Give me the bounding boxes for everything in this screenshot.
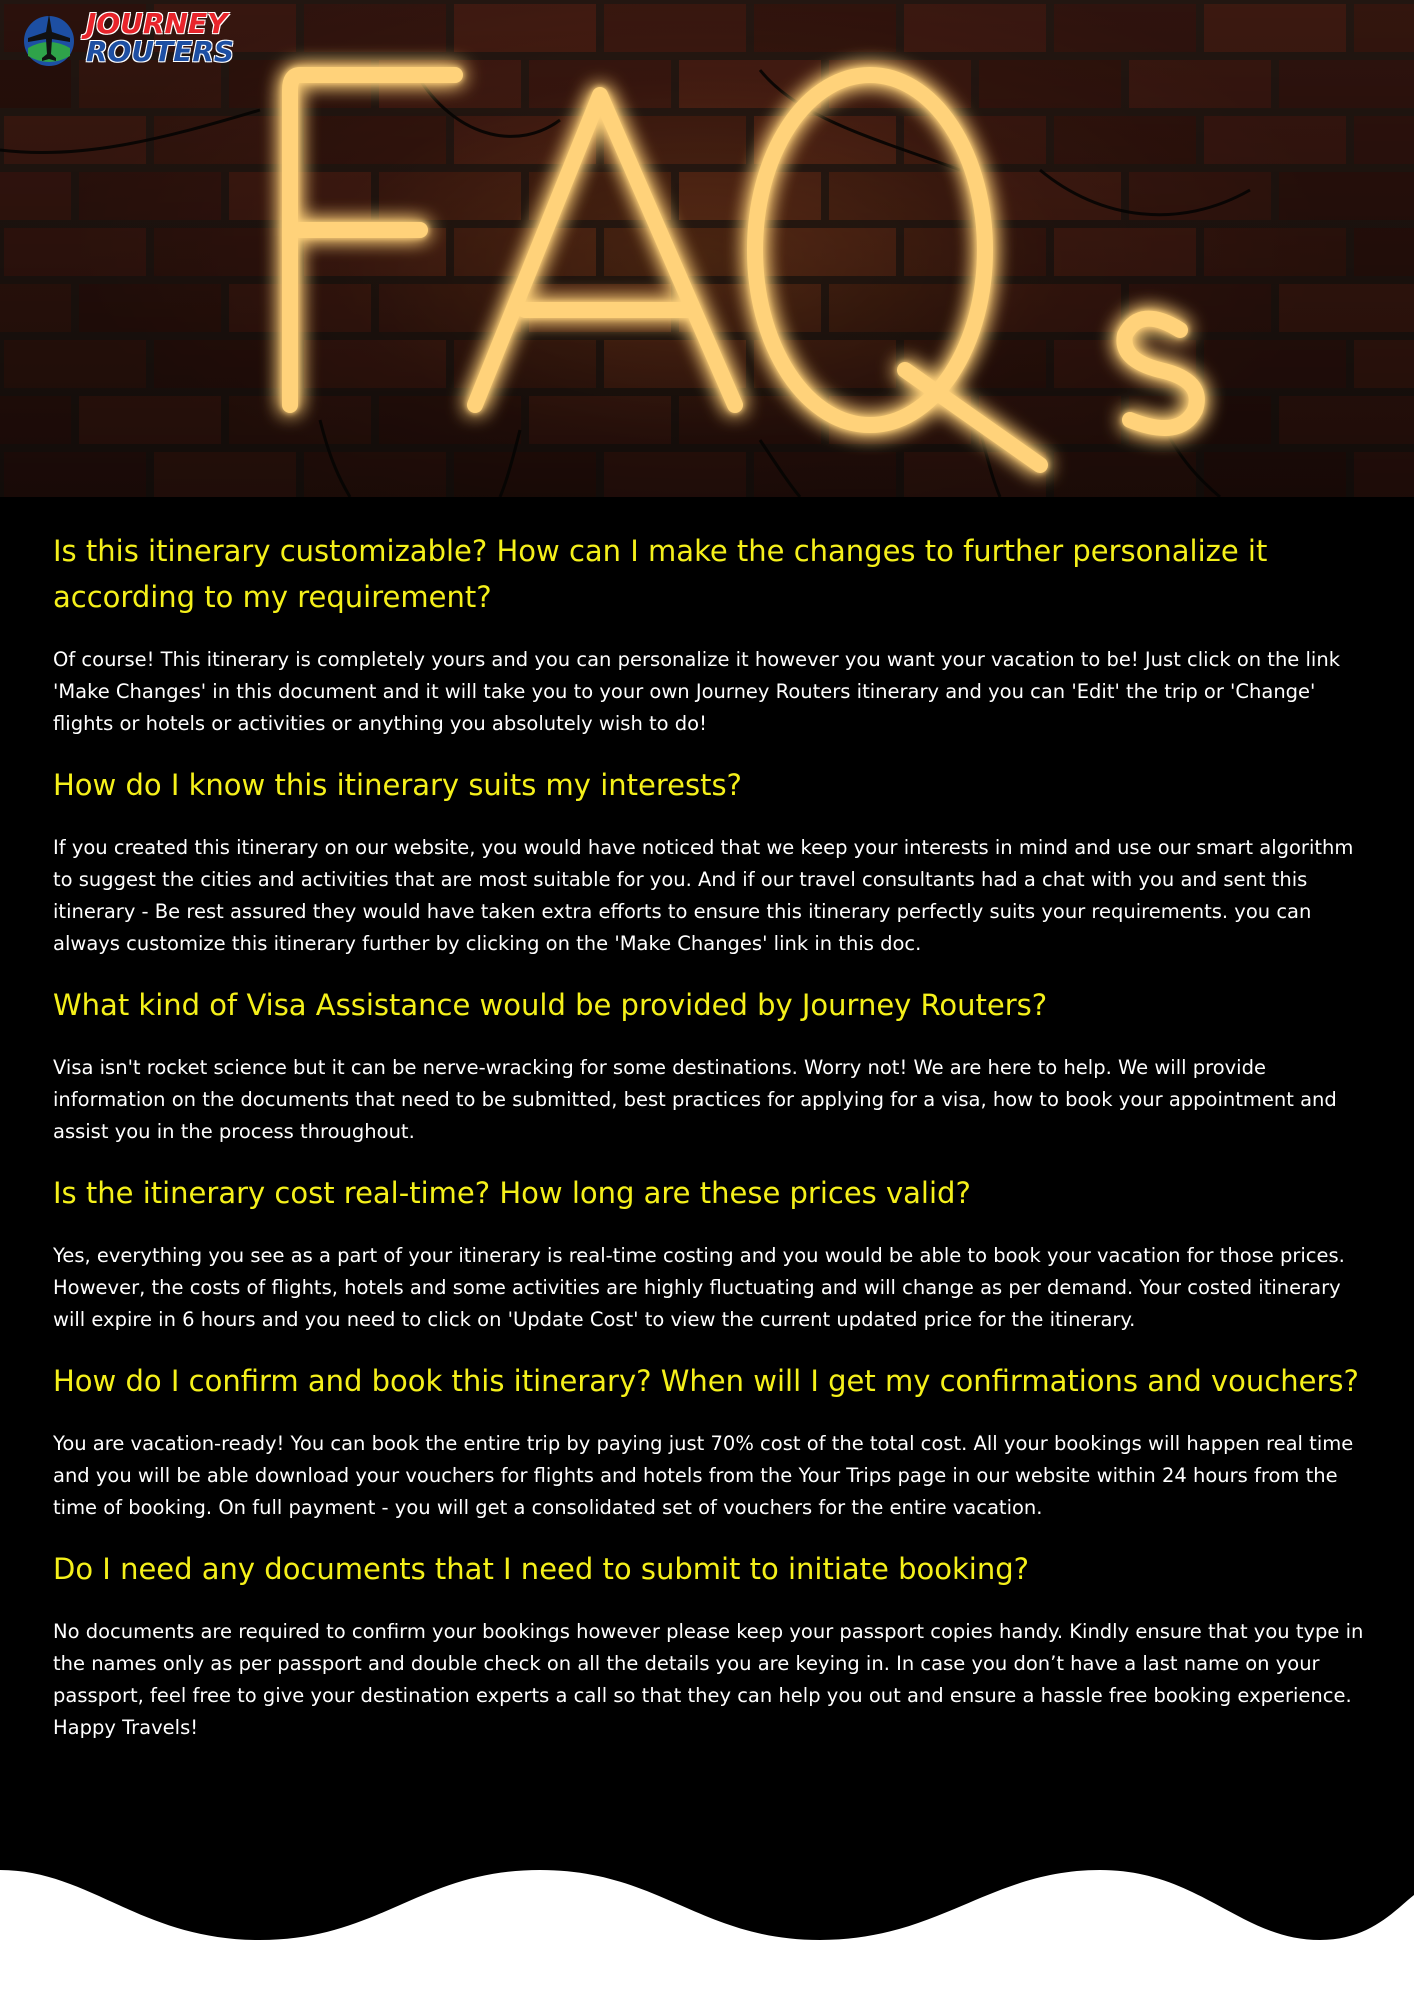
faq-question: How do I know this itinerary suits my in… (53, 768, 742, 802)
logo-line-routers: ROUTERS (86, 35, 235, 68)
logo-line-journey: JOURNEY (86, 7, 228, 40)
logo-wordmark: JOURNEY ROUTERS (86, 10, 234, 66)
faq-answer: Of course! This itinerary is completely … (53, 648, 1340, 735)
faq-answer: If you created this itinerary on our web… (53, 836, 1354, 955)
faq-question: Is the itinerary cost real-time? How lon… (53, 1176, 971, 1210)
faq-answer: Yes, everything you see as a part of you… (53, 1244, 1345, 1331)
faq-answer: No documents are required to confirm you… (53, 1620, 1364, 1739)
faq-answer: Visa isn't rocket science but it can be … (53, 1056, 1337, 1143)
journey-routers-logo[interactable]: JOURNEY ROUTERS (18, 8, 248, 68)
faq-question: Is this itinerary customizable? How can … (53, 534, 1268, 614)
airplane-globe-icon (24, 14, 74, 66)
faq-page: JOURNEY ROUTERS Is this itinerary custom… (0, 0, 1414, 2000)
faq-question: What kind of Visa Assistance would be pr… (53, 988, 1048, 1022)
faq-list: Is this itinerary customizable? How can … (53, 528, 1368, 1766)
bottom-wave-decoration (0, 1870, 1414, 2000)
faq-answer: You are vacation-ready! You can book the… (53, 1432, 1354, 1519)
faq-question: How do I confirm and book this itinerary… (53, 1364, 1359, 1398)
hero-banner: JOURNEY ROUTERS (0, 0, 1414, 497)
faq-question: Do I need any documents that I need to s… (53, 1552, 1030, 1586)
neon-faqs-sign (282, 67, 1205, 473)
